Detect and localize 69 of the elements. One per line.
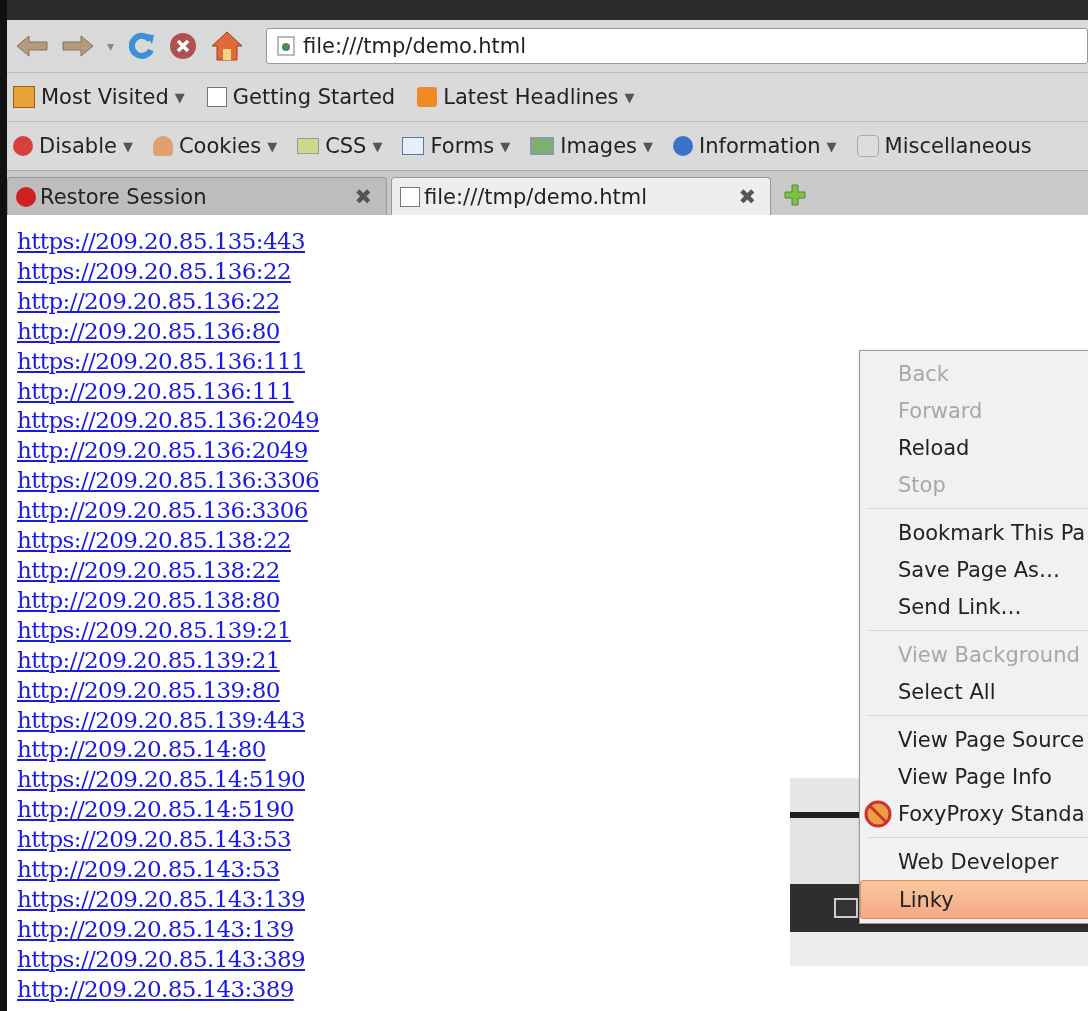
- link[interactable]: https://209.20.85.136:22: [17, 256, 291, 287]
- link[interactable]: https://209.20.85.139:443: [17, 705, 305, 736]
- menu-item[interactable]: Select All: [860, 673, 1088, 710]
- browser-tab[interactable]: file:///tmp/demo.html ✖: [391, 177, 771, 215]
- bookmark-icon: [206, 87, 227, 107]
- menu-item[interactable]: View Page Source: [860, 721, 1088, 758]
- bookmark-item[interactable]: Getting Started: [206, 85, 396, 109]
- bookmark-icon: [13, 86, 35, 108]
- link[interactable]: http://209.20.85.138:80: [17, 585, 280, 616]
- tab-icon: [400, 186, 420, 207]
- toolbar-icon: [856, 135, 879, 157]
- link[interactable]: https://209.20.85.135:443: [17, 227, 305, 257]
- reload-icon[interactable]: [126, 31, 157, 61]
- link[interactable]: http://209.20.85.14:5190: [17, 795, 294, 826]
- toolbar-icon: [673, 136, 693, 156]
- toolbar-icon: [13, 136, 33, 156]
- link[interactable]: https://209.20.85.136:2049: [17, 406, 320, 437]
- link[interactable]: http://209.20.85.143:53: [17, 855, 280, 885]
- link[interactable]: https://209.20.85.138:22: [17, 526, 291, 556]
- link[interactable]: https://209.20.85.139:21: [17, 615, 291, 646]
- menu-item[interactable]: FoxyProxy Standa: [860, 795, 1088, 832]
- toolbar-menu-button[interactable]: Cookies ▼: [152, 134, 278, 158]
- link[interactable]: http://209.20.85.136:80: [17, 316, 280, 347]
- link[interactable]: https://209.20.85.136:3306: [17, 466, 320, 497]
- menu-item[interactable]: View Page Info: [860, 758, 1088, 795]
- menu-item[interactable]: Bookmark This Pa: [860, 514, 1088, 551]
- menu-item[interactable]: Send Link…: [860, 588, 1088, 625]
- link[interactable]: http://209.20.85.136:2049: [17, 436, 308, 467]
- link[interactable]: http://209.20.85.143:139: [17, 914, 294, 945]
- link[interactable]: https://209.20.85.136:111: [17, 346, 305, 377]
- bookmark-item[interactable]: Most Visited ▼: [13, 85, 185, 109]
- menu-item[interactable]: Web Developer: [860, 843, 1088, 880]
- link[interactable]: http://209.20.85.139:21: [17, 645, 280, 676]
- toolbar-menu-button[interactable]: Forms ▼: [402, 134, 511, 158]
- link[interactable]: https://209.20.85.143:53: [17, 825, 291, 856]
- toolbar-menu-button[interactable]: Images ▼: [530, 134, 653, 158]
- link[interactable]: http://209.20.85.138:22: [17, 555, 280, 586]
- link[interactable]: http://209.20.85.136:111: [17, 376, 294, 407]
- toolbar-menu-button[interactable]: Miscellaneous: [856, 134, 1032, 158]
- bookmark-icon: [417, 87, 438, 107]
- link[interactable]: http://209.20.85.14:80: [17, 735, 266, 766]
- link[interactable]: http://209.20.85.136:22: [17, 286, 280, 317]
- toolbar-menu-button[interactable]: CSS ▼: [297, 134, 383, 158]
- toolbar-icon: [152, 136, 173, 156]
- toolbar-icon: [402, 137, 425, 155]
- forward-arrow-icon[interactable]: [61, 34, 95, 58]
- url-field[interactable]: file:///tmp/demo.html: [266, 28, 1088, 64]
- toolbar-menu-button[interactable]: Information ▼: [673, 134, 837, 158]
- link[interactable]: https://209.20.85.143:139: [17, 884, 305, 915]
- link[interactable]: http://209.20.85.143:389: [17, 974, 294, 1005]
- tab-icon: [16, 186, 36, 207]
- back-arrow-icon[interactable]: [15, 34, 49, 58]
- toolbar-menu-button[interactable]: Disable ▼: [13, 134, 133, 158]
- bookmark-item[interactable]: Latest Headlines ▼: [417, 85, 635, 109]
- page-icon: [277, 36, 296, 56]
- link[interactable]: http://209.20.85.136:3306: [17, 496, 308, 527]
- menu-item[interactable]: Save Page As…: [860, 551, 1088, 588]
- browser-tab[interactable]: Restore Session ✖: [7, 177, 387, 215]
- menu-item[interactable]: Reload: [860, 429, 1088, 466]
- link[interactable]: https://209.20.85.143:389: [17, 944, 305, 975]
- toolbar-icon: [530, 137, 555, 155]
- link[interactable]: https://209.20.85.14:5190: [17, 765, 305, 796]
- home-icon[interactable]: [210, 30, 245, 62]
- link[interactable]: http://209.20.85.139:80: [17, 675, 280, 706]
- toolbar-icon: [297, 138, 320, 154]
- new-tab-plus-icon[interactable]: [783, 183, 807, 207]
- terminal-icon[interactable]: [834, 898, 858, 918]
- stop-icon[interactable]: [168, 31, 199, 61]
- menu-item[interactable]: Linky: [860, 880, 1088, 919]
